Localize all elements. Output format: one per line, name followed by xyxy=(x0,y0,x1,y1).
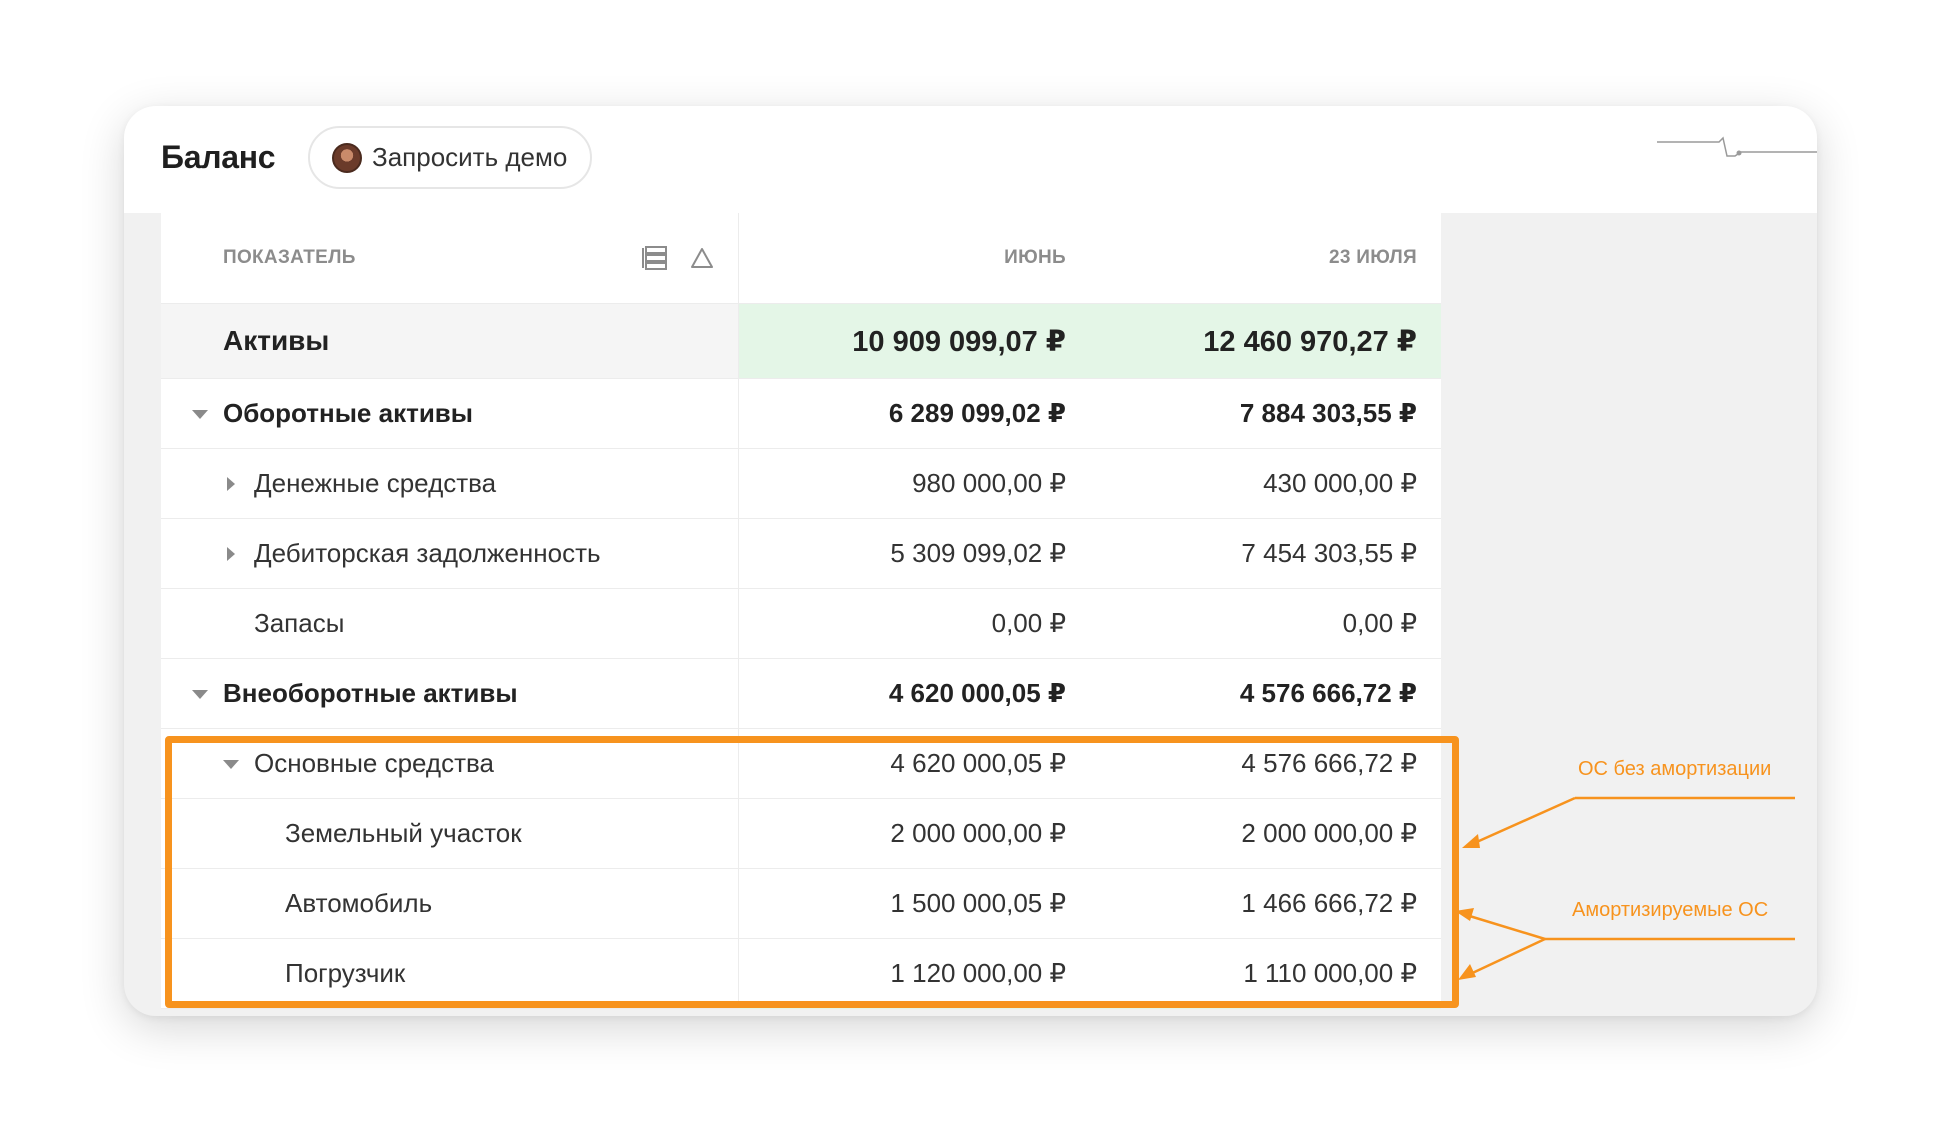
row-label-cell: Внеоборотные активы xyxy=(161,659,739,728)
row-value-june: 4 620 000,05 ₽ xyxy=(890,748,1066,778)
rows-layout-icon[interactable] xyxy=(642,246,668,270)
row-label: Погрузчик xyxy=(285,958,406,988)
row-label: Денежные средства xyxy=(254,468,497,498)
row-value-july: 7 884 303,55 ₽ xyxy=(1239,398,1417,428)
table-row[interactable]: Земельный участок 2 000 000,00 ₽ 2 000 0… xyxy=(161,799,1441,869)
row-value-june: 6 289 099,02 ₽ xyxy=(888,398,1066,428)
row-value-july: 1 110 000,00 ₽ xyxy=(1243,958,1417,988)
row-label-cell: Запасы xyxy=(161,589,739,658)
row-label: Оборотные активы xyxy=(223,398,473,428)
row-label-cell: Денежные средства xyxy=(161,449,739,518)
row-label-cell: Погрузчик xyxy=(161,939,739,1008)
balance-card: Баланс Запросить демо ПОКАЗАТЕЛЬ ИЮНЬ 23… xyxy=(124,106,1817,1016)
request-demo-button[interactable]: Запросить демо xyxy=(308,126,593,189)
table-row[interactable]: Автомобиль 1 500 000,05 ₽ 1 466 666,72 ₽ xyxy=(161,869,1441,939)
row-label: Основные средства xyxy=(254,748,494,778)
annotation-amortizable: Амортизируемые ОС xyxy=(1572,899,1769,921)
collapse-icon[interactable] xyxy=(192,690,208,699)
total-strip xyxy=(739,1005,1441,1009)
balance-table: ПОКАЗАТЕЛЬ ИЮНЬ 23 ИЮЛЯ Активы 10 909 09… xyxy=(161,213,1441,1009)
column-header-july[interactable]: 23 ИЮЛЯ xyxy=(1090,213,1441,303)
row-value-july: 430 000,00 ₽ xyxy=(1263,468,1417,498)
expand-icon[interactable] xyxy=(227,477,235,491)
column-header-indicator: ПОКАЗАТЕЛЬ xyxy=(161,213,739,303)
row-label-cell: Основные средства xyxy=(161,729,739,798)
row-value-june: 0,00 ₽ xyxy=(991,608,1066,638)
row-value-june: 4 620 000,05 ₽ xyxy=(888,678,1066,708)
table-row[interactable]: Оборотные активы 6 289 099,02 ₽ 7 884 30… xyxy=(161,379,1441,449)
table-row[interactable]: Запасы 0,00 ₽ 0,00 ₽ xyxy=(161,589,1441,659)
row-value-june: 1 500 000,05 ₽ xyxy=(890,888,1066,918)
row-value-june: 5 309 099,02 ₽ xyxy=(890,538,1066,568)
table-row[interactable]: Погрузчик 1 120 000,00 ₽ 1 110 000,00 ₽ xyxy=(161,939,1441,1009)
row-label: Земельный участок xyxy=(285,818,522,848)
request-demo-label: Запросить демо xyxy=(372,142,568,172)
row-label-cell: Земельный участок xyxy=(161,799,739,868)
collapse-icon[interactable] xyxy=(192,410,208,419)
row-value-july: 12 460 970,27 ₽ xyxy=(1090,304,1441,378)
collapse-icon[interactable] xyxy=(223,760,239,769)
expand-icon[interactable] xyxy=(227,547,235,561)
row-value-july: 4 576 666,72 ₽ xyxy=(1241,748,1417,778)
row-label-cell: Оборотные активы xyxy=(161,379,739,448)
table-row[interactable]: Основные средства 4 620 000,05 ₽ 4 576 6… xyxy=(161,729,1441,799)
row-value-july: 2 000 000,00 ₽ xyxy=(1241,818,1417,848)
triangle-icon[interactable] xyxy=(690,247,714,269)
sparkline-icon xyxy=(1657,136,1817,157)
row-label: Запасы xyxy=(254,608,345,638)
column-header-june[interactable]: ИЮНЬ xyxy=(739,213,1090,303)
row-label-cell: Дебиторская задолженность xyxy=(161,519,739,588)
row-label: Дебиторская задолженность xyxy=(254,538,601,568)
row-label: Активы xyxy=(161,304,739,378)
table-row[interactable]: Денежные средства 980 000,00 ₽ 430 000,0… xyxy=(161,449,1441,519)
row-label-cell: Автомобиль xyxy=(161,869,739,938)
row-value-july: 7 454 303,55 ₽ xyxy=(1241,538,1417,568)
row-label: Автомобиль xyxy=(285,888,433,918)
table-header-row: ПОКАЗАТЕЛЬ ИЮНЬ 23 ИЮЛЯ xyxy=(161,213,1441,304)
row-value-july: 0,00 ₽ xyxy=(1342,608,1417,638)
table-row-total: Активы 10 909 099,07 ₽ 12 460 970,27 ₽ xyxy=(161,304,1441,379)
row-value-june: 980 000,00 ₽ xyxy=(912,468,1066,498)
row-value-july: 1 466 666,72 ₽ xyxy=(1241,888,1417,918)
row-label: Внеоборотные активы xyxy=(223,678,518,708)
row-value-june: 2 000 000,00 ₽ xyxy=(890,818,1066,848)
row-value-july: 4 576 666,72 ₽ xyxy=(1239,678,1417,708)
header: Баланс Запросить демо xyxy=(124,106,1817,213)
annotation-no-amortization: ОС без амортизации xyxy=(1578,758,1772,780)
table-row[interactable]: Дебиторская задолженность 5 309 099,02 ₽… xyxy=(161,519,1441,589)
row-value-june: 10 909 099,07 ₽ xyxy=(739,304,1090,378)
avatar xyxy=(332,142,362,173)
page-title: Баланс xyxy=(161,139,276,175)
table-row[interactable]: Внеоборотные активы 4 620 000,05 ₽ 4 576… xyxy=(161,659,1441,729)
row-value-june: 1 120 000,00 ₽ xyxy=(890,958,1066,988)
